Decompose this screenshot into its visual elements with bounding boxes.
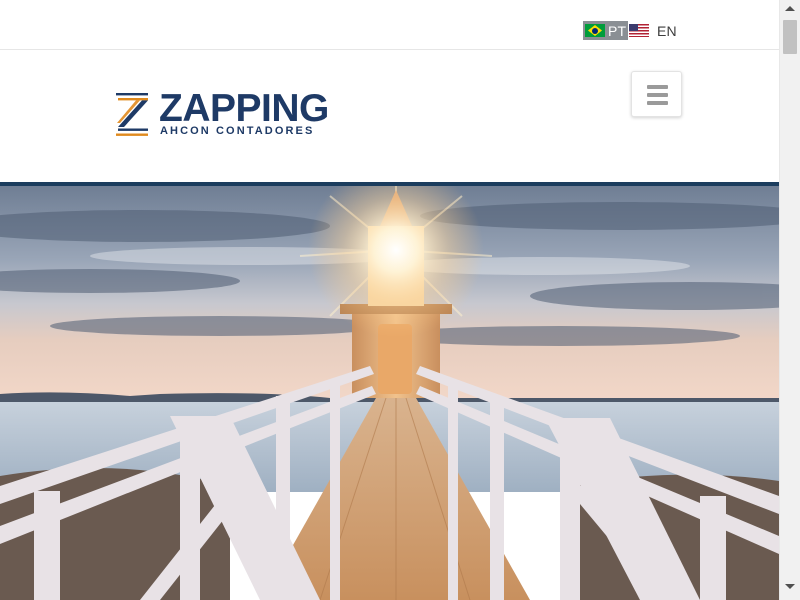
language-label-en: EN xyxy=(657,22,677,39)
hamburger-menu-icon xyxy=(647,85,668,89)
menu-toggle-button[interactable] xyxy=(631,71,682,117)
logo-tagline: AHCON CONTADORES xyxy=(160,125,315,137)
vertical-scrollbar[interactable] xyxy=(779,0,800,600)
language-option-pt[interactable]: PT xyxy=(583,21,629,40)
lighthouse-pier-image xyxy=(0,186,779,600)
site-logo[interactable]: ZAPPING AHCON CONTADORES xyxy=(116,87,331,141)
scroll-down-arrow-icon[interactable] xyxy=(785,584,795,589)
scrollbar-thumb[interactable] xyxy=(783,20,797,54)
hamburger-menu-icon-bar xyxy=(647,93,668,97)
site-header: ZAPPING AHCON CONTADORES xyxy=(0,51,779,182)
zapping-logo-mark-icon xyxy=(116,93,148,136)
language-label-pt: PT xyxy=(608,22,627,39)
page-viewport: PT EN ZAPPING AHCON CONTADORES xyxy=(0,0,779,600)
scroll-up-arrow-icon[interactable] xyxy=(785,6,795,11)
language-option-en[interactable]: EN xyxy=(629,21,677,40)
language-bar: PT EN xyxy=(0,0,779,50)
brazil-flag-icon xyxy=(585,24,605,37)
usa-flag-icon xyxy=(629,24,649,37)
logo-wordmark: ZAPPING xyxy=(159,87,329,130)
hero-banner-image xyxy=(0,186,779,600)
hamburger-menu-icon-bar xyxy=(647,101,668,105)
